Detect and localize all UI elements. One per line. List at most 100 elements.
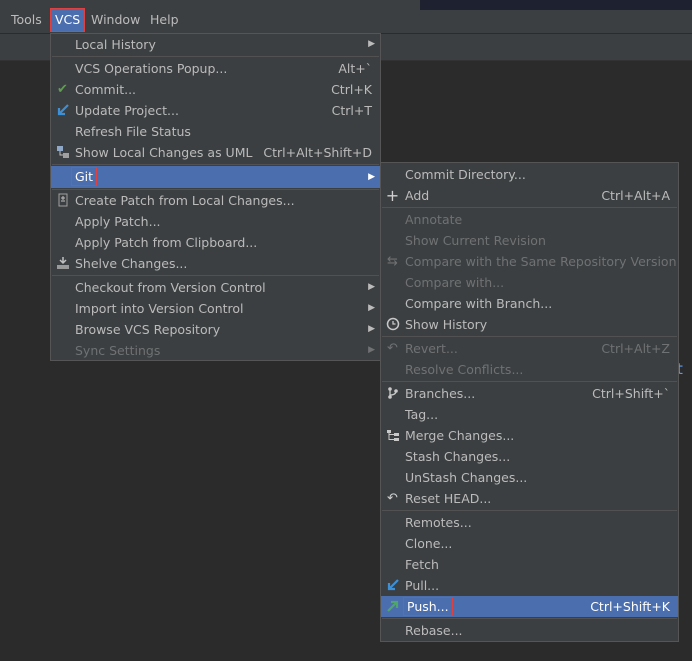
shortcut-label: Ctrl+Alt+A bbox=[601, 188, 670, 203]
menu-separator bbox=[382, 381, 677, 382]
submenu-arrow-icon: ▶ bbox=[368, 39, 375, 49]
menu-item-label: Checkout from Version Control bbox=[75, 280, 266, 295]
menu-separator bbox=[382, 510, 677, 511]
push-icon bbox=[385, 599, 400, 614]
git-item-compare-with-branch[interactable]: Compare with Branch... bbox=[381, 293, 678, 314]
git-item-tag[interactable]: Tag... bbox=[381, 404, 678, 425]
git-item-unstash-changes[interactable]: UnStash Changes... bbox=[381, 467, 678, 488]
menu-item-vcs-operations-popup[interactable]: VCS Operations Popup... Alt+` bbox=[51, 58, 380, 79]
menu-window[interactable]: Window bbox=[87, 9, 144, 31]
shortcut-label: Ctrl+Shift+K bbox=[590, 599, 670, 614]
menu-item-label: Compare with Branch... bbox=[405, 296, 553, 311]
menu-item-label: Push... bbox=[403, 596, 453, 617]
shortcut-label: Ctrl+Alt+Shift+D bbox=[263, 145, 372, 160]
window-title-strip bbox=[420, 0, 692, 10]
menu-separator bbox=[382, 618, 677, 619]
git-item-branches[interactable]: Branches... Ctrl+Shift+` bbox=[381, 383, 678, 404]
git-item-revert: ↶ Revert... Ctrl+Alt+Z bbox=[381, 338, 678, 359]
menu-item-label: Local History bbox=[75, 37, 156, 52]
menu-item-label: Tag... bbox=[405, 407, 439, 422]
shortcut-label: Alt+` bbox=[338, 61, 372, 76]
git-item-remotes[interactable]: Remotes... bbox=[381, 512, 678, 533]
menu-item-refresh-file-status[interactable]: Refresh File Status bbox=[51, 121, 380, 142]
menu-item-label: Clone... bbox=[405, 536, 453, 551]
menu-item-checkout-from-vc[interactable]: Checkout from Version Control ▶ bbox=[51, 277, 380, 298]
menu-item-label: Commit... bbox=[75, 82, 137, 97]
menu-item-label: Compare with the Same Repository Version bbox=[405, 254, 677, 269]
git-item-stash-changes[interactable]: Stash Changes... bbox=[381, 446, 678, 467]
git-item-push[interactable]: Push... Ctrl+Shift+K bbox=[381, 596, 678, 617]
revert-icon: ↶ bbox=[387, 341, 398, 356]
menu-item-label: Branches... bbox=[405, 386, 476, 401]
git-item-pull[interactable]: Pull... bbox=[381, 575, 678, 596]
menu-separator bbox=[382, 336, 677, 337]
menu-item-apply-patch-clipboard[interactable]: Apply Patch from Clipboard... bbox=[51, 232, 380, 253]
menu-item-label: Fetch bbox=[405, 557, 439, 572]
menu-item-sync-settings: Sync Settings ▶ bbox=[51, 340, 380, 361]
menu-item-label: Apply Patch... bbox=[75, 214, 161, 229]
menu-item-label: Reset HEAD... bbox=[405, 491, 492, 506]
menu-separator bbox=[52, 275, 379, 276]
menu-item-label: Add bbox=[405, 188, 430, 203]
menu-item-update-project[interactable]: Update Project... Ctrl+T bbox=[51, 100, 380, 121]
menu-item-shelve-changes[interactable]: Shelve Changes... bbox=[51, 253, 380, 274]
menu-item-label: Revert... bbox=[405, 341, 458, 356]
menu-separator bbox=[52, 164, 379, 165]
git-item-resolve-conflicts: Resolve Conflicts... bbox=[381, 359, 678, 380]
shelve-icon bbox=[55, 256, 70, 271]
menu-tools[interactable]: Tools bbox=[7, 9, 46, 31]
menu-item-create-patch[interactable]: Create Patch from Local Changes... bbox=[51, 190, 380, 211]
git-item-rebase[interactable]: Rebase... bbox=[381, 620, 678, 641]
menu-item-label: Sync Settings bbox=[75, 343, 161, 358]
menu-item-local-history[interactable]: Local History ▶ bbox=[51, 34, 380, 55]
branch-icon bbox=[385, 386, 400, 401]
submenu-arrow-icon: ▶ bbox=[368, 324, 375, 334]
shortcut-label: Ctrl+Alt+Z bbox=[601, 341, 670, 356]
menu-item-browse-vcs-repository[interactable]: Browse VCS Repository ▶ bbox=[51, 319, 380, 340]
update-arrow-icon bbox=[55, 103, 70, 118]
menu-vcs[interactable]: VCS bbox=[49, 8, 86, 32]
vcs-menu: Local History ▶ VCS Operations Popup... … bbox=[50, 33, 381, 361]
menu-help[interactable]: Help bbox=[146, 9, 183, 31]
menu-item-label: Remotes... bbox=[405, 515, 472, 530]
plus-icon: + bbox=[385, 186, 400, 205]
menu-item-apply-patch[interactable]: Apply Patch... bbox=[51, 211, 380, 232]
menu-item-label: Shelve Changes... bbox=[75, 256, 188, 271]
git-item-merge-changes[interactable]: Merge Changes... bbox=[381, 425, 678, 446]
shortcut-label: Ctrl+T bbox=[331, 103, 372, 118]
git-item-commit-directory[interactable]: Commit Directory... bbox=[381, 164, 678, 185]
submenu-arrow-icon: ▶ bbox=[368, 303, 375, 313]
menu-item-label: Annotate bbox=[405, 212, 463, 227]
menu-item-label: Refresh File Status bbox=[75, 124, 191, 139]
menu-item-label: Stash Changes... bbox=[405, 449, 511, 464]
menu-item-label: Update Project... bbox=[75, 103, 179, 118]
git-item-show-history[interactable]: Show History bbox=[381, 314, 678, 335]
git-item-reset-head[interactable]: ↶ Reset HEAD... bbox=[381, 488, 678, 509]
menu-item-import-into-vc[interactable]: Import into Version Control ▶ bbox=[51, 298, 380, 319]
git-item-compare-with: Compare with... bbox=[381, 272, 678, 293]
menu-item-commit[interactable]: ✔ Commit... Ctrl+K bbox=[51, 79, 380, 100]
git-item-add[interactable]: + Add Ctrl+Alt+A bbox=[381, 185, 678, 206]
menu-item-show-local-changes-uml[interactable]: Show Local Changes as UML Ctrl+Alt+Shift… bbox=[51, 142, 380, 163]
menu-item-label: Commit Directory... bbox=[405, 167, 526, 182]
menu-item-label: Apply Patch from Clipboard... bbox=[75, 235, 258, 250]
compare-icon: ⇆ bbox=[387, 254, 398, 269]
menu-item-git[interactable]: Git ▶ bbox=[51, 166, 380, 188]
menu-item-label: Pull... bbox=[405, 578, 440, 593]
merge-icon bbox=[385, 428, 400, 443]
check-icon: ✔ bbox=[57, 82, 68, 97]
reset-icon: ↶ bbox=[387, 491, 398, 506]
menu-item-label: Create Patch from Local Changes... bbox=[75, 193, 295, 208]
menu-item-label: Show Local Changes as UML bbox=[75, 145, 253, 160]
push-label-highlighted: Push... bbox=[403, 597, 453, 616]
menu-item-label: Import into Version Control bbox=[75, 301, 244, 316]
menu-bar: Tools VCS Window Help bbox=[0, 0, 692, 34]
git-item-fetch[interactable]: Fetch bbox=[381, 554, 678, 575]
menu-item-label: UnStash Changes... bbox=[405, 470, 528, 485]
submenu-arrow-icon: ▶ bbox=[368, 172, 375, 182]
git-item-annotate: Annotate bbox=[381, 209, 678, 230]
shortcut-label: Ctrl+K bbox=[331, 82, 372, 97]
submenu-arrow-icon: ▶ bbox=[368, 345, 375, 355]
git-item-clone[interactable]: Clone... bbox=[381, 533, 678, 554]
git-submenu: Commit Directory... + Add Ctrl+Alt+A Ann… bbox=[380, 162, 679, 642]
